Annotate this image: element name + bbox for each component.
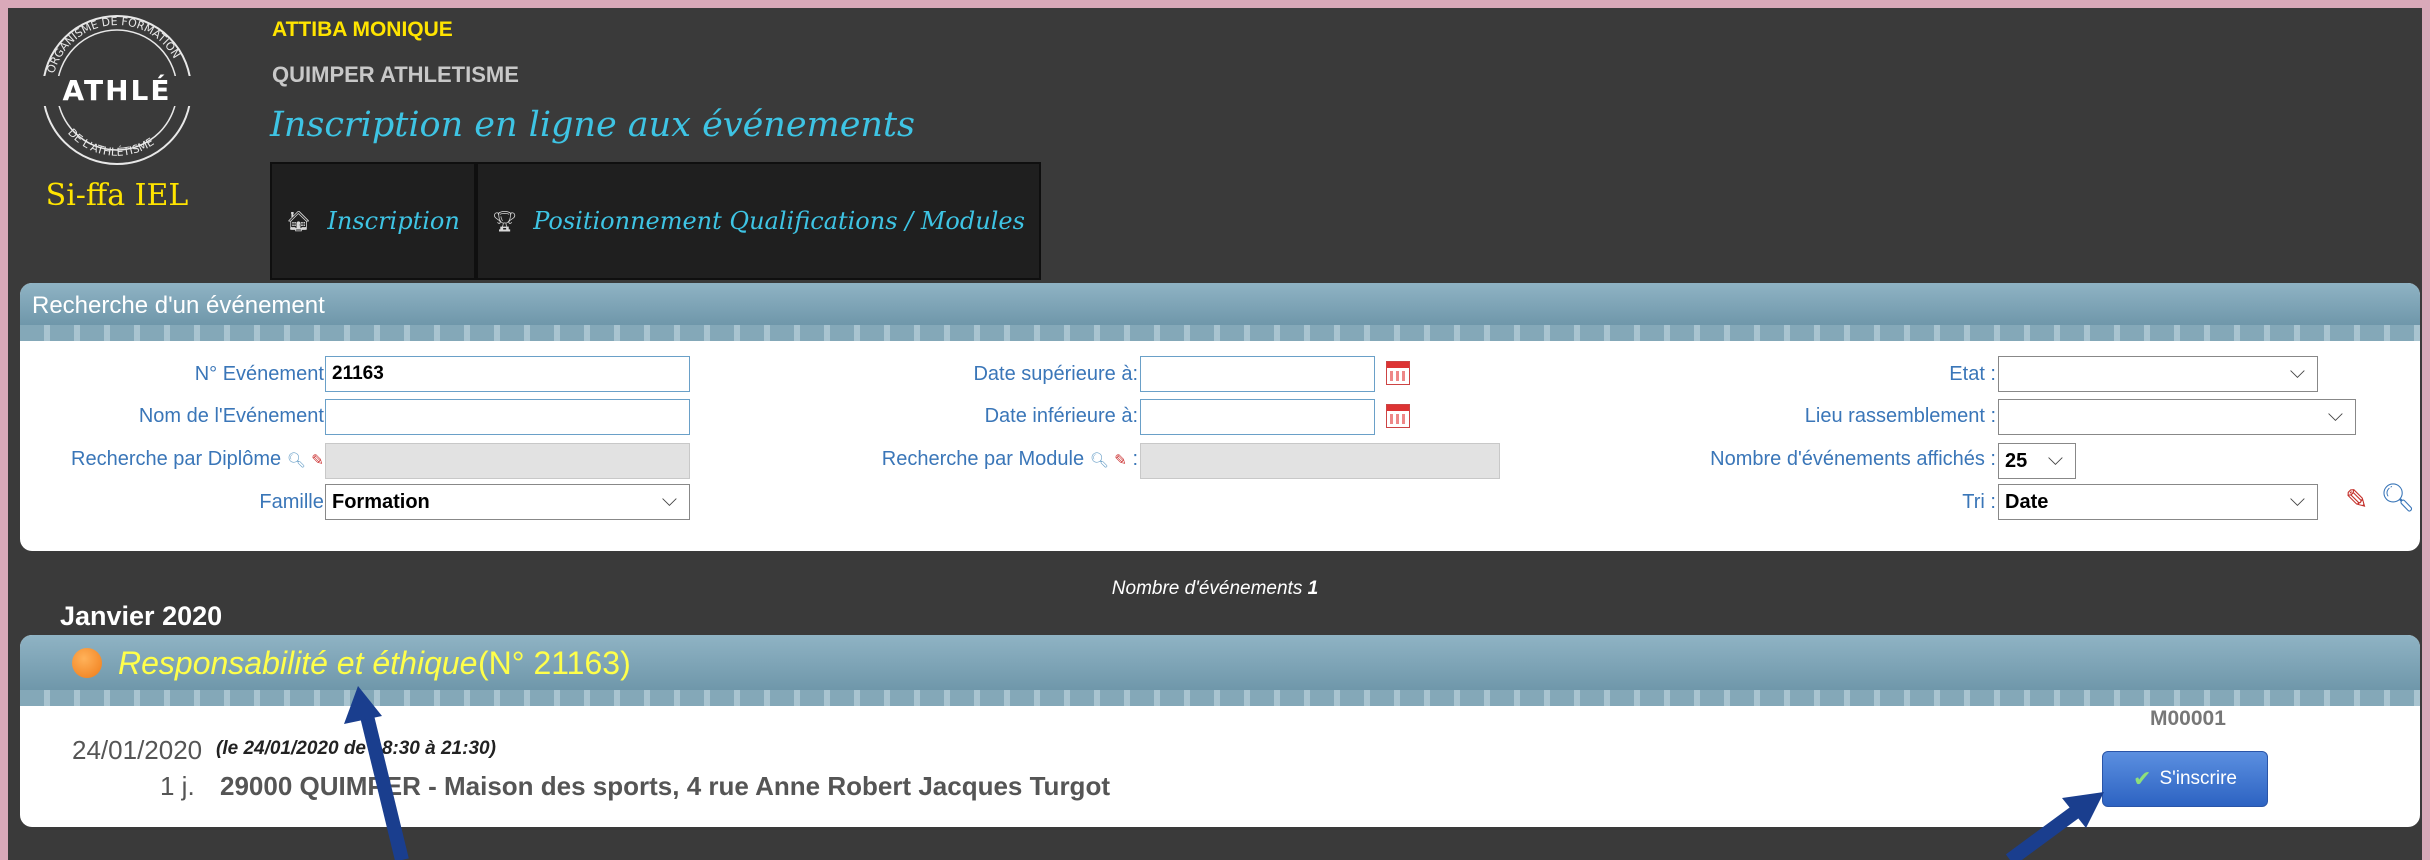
arrow-to-title (344, 686, 409, 860)
arrow-to-register (2005, 792, 2104, 860)
annotation-arrows (344, 686, 2104, 860)
